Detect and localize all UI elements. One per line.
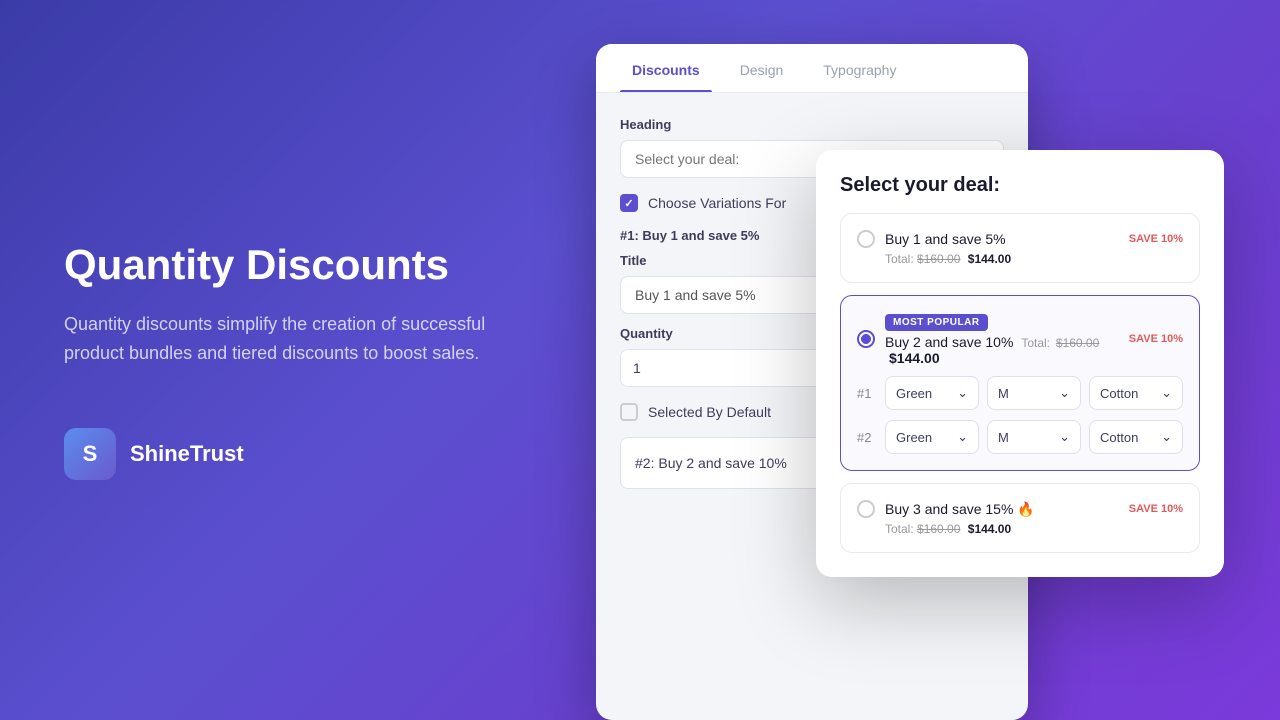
deal-option-1-total: Total: $160.00 $144.00	[857, 252, 1183, 266]
deal-option-3-header: Buy 3 and save 15% 🔥 SAVE 10%	[857, 500, 1183, 518]
deal-option-3[interactable]: Buy 3 and save 15% 🔥 SAVE 10% Total: $16…	[840, 483, 1200, 553]
deal-option-3-discounted: $144.00	[968, 522, 1011, 536]
deal-option-3-total: Total: $160.00 $144.00	[857, 522, 1183, 536]
chevron-down-icon: ⌄	[1161, 385, 1172, 401]
deal-option-1-original: $160.00	[917, 252, 960, 266]
deal-option-1-header: Buy 1 and save 5% SAVE 10%	[857, 230, 1183, 248]
variation-1-color[interactable]: Green ⌄	[885, 376, 979, 410]
brand-initial: S	[83, 441, 98, 467]
popup-panel: Select your deal: Buy 1 and save 5% SAVE…	[816, 150, 1224, 577]
deal-option-1-info: Buy 1 and save 5%	[885, 231, 1119, 247]
deal-option-3-name: Buy 3 and save 15% 🔥	[885, 501, 1119, 518]
variation-1-size[interactable]: M ⌄	[987, 376, 1081, 410]
deal-option-1-total-label: Total:	[885, 252, 914, 266]
choose-variations-label: Choose Variations For	[648, 195, 786, 211]
choose-variations-checkbox[interactable]	[620, 194, 638, 212]
deal-option-3-original: $160.00	[917, 522, 960, 536]
deal-option-2-info: MOST POPULAR Buy 2 and save 10% Total: $…	[885, 312, 1119, 366]
deal-option-3-radio	[857, 500, 875, 518]
deal-option-3-info: Buy 3 and save 15% 🔥	[885, 501, 1119, 518]
quantity-input[interactable]	[621, 350, 826, 386]
tab-design[interactable]: Design	[728, 44, 796, 92]
most-popular-badge: MOST POPULAR	[885, 314, 988, 331]
deal-option-2[interactable]: MOST POPULAR Buy 2 and save 10% Total: $…	[840, 295, 1200, 471]
chevron-down-icon: ⌄	[957, 385, 968, 401]
chevron-down-icon: ⌄	[1059, 429, 1070, 445]
variation-1-num: #1	[857, 386, 877, 401]
variation-2-color[interactable]: Green ⌄	[885, 420, 979, 454]
deal-option-1-save: SAVE 10%	[1129, 233, 1183, 245]
brand-name: ShineTrust	[130, 441, 244, 467]
tab-typography[interactable]: Typography	[811, 44, 908, 92]
variation-row-1: #1 Green ⌄ M ⌄ Cotton ⌄	[857, 376, 1183, 410]
deal-option-2-name: Buy 2 and save 10% Total: $160.00 $144.0…	[885, 334, 1119, 366]
deal-option-3-save: SAVE 10%	[1129, 503, 1183, 515]
deal-option-1-radio	[857, 230, 875, 248]
section2-label: #2: Buy 2 and save 10%	[635, 455, 787, 471]
variation-1-material[interactable]: Cotton ⌄	[1089, 376, 1183, 410]
main-description: Quantity discounts simplify the creation…	[64, 310, 504, 368]
popup-title: Select your deal:	[840, 174, 1200, 197]
variation-row-2: #2 Green ⌄ M ⌄ Cotton ⌄	[857, 420, 1183, 454]
brand-section: S ShineTrust	[64, 428, 504, 480]
main-title: Quantity Discounts	[64, 240, 504, 290]
deal-option-2-radio	[857, 330, 875, 348]
deal-option-1[interactable]: Buy 1 and save 5% SAVE 10% Total: $160.0…	[840, 213, 1200, 283]
deal-option-2-save: SAVE 10%	[1129, 333, 1183, 345]
chevron-down-icon: ⌄	[1161, 429, 1172, 445]
selected-default-checkbox[interactable]	[620, 403, 638, 421]
left-section: Quantity Discounts Quantity discounts si…	[64, 240, 504, 480]
brand-logo: S	[64, 428, 116, 480]
variation-2-material[interactable]: Cotton ⌄	[1089, 420, 1183, 454]
deal-option-1-discounted: $144.00	[968, 252, 1011, 266]
variation-2-num: #2	[857, 430, 877, 445]
heading-label: Heading	[620, 117, 1004, 132]
deal-option-1-name: Buy 1 and save 5%	[885, 231, 1119, 247]
chevron-down-icon: ⌄	[1059, 385, 1070, 401]
variation-2-size[interactable]: M ⌄	[987, 420, 1081, 454]
selected-default-label: Selected By Default	[648, 404, 771, 420]
tab-discounts[interactable]: Discounts	[620, 44, 712, 92]
tabs-bar: Discounts Design Typography	[596, 44, 1028, 93]
deal-option-3-total-label: Total:	[885, 522, 914, 536]
deal-option-2-header: MOST POPULAR Buy 2 and save 10% Total: $…	[857, 312, 1183, 366]
chevron-down-icon: ⌄	[957, 429, 968, 445]
